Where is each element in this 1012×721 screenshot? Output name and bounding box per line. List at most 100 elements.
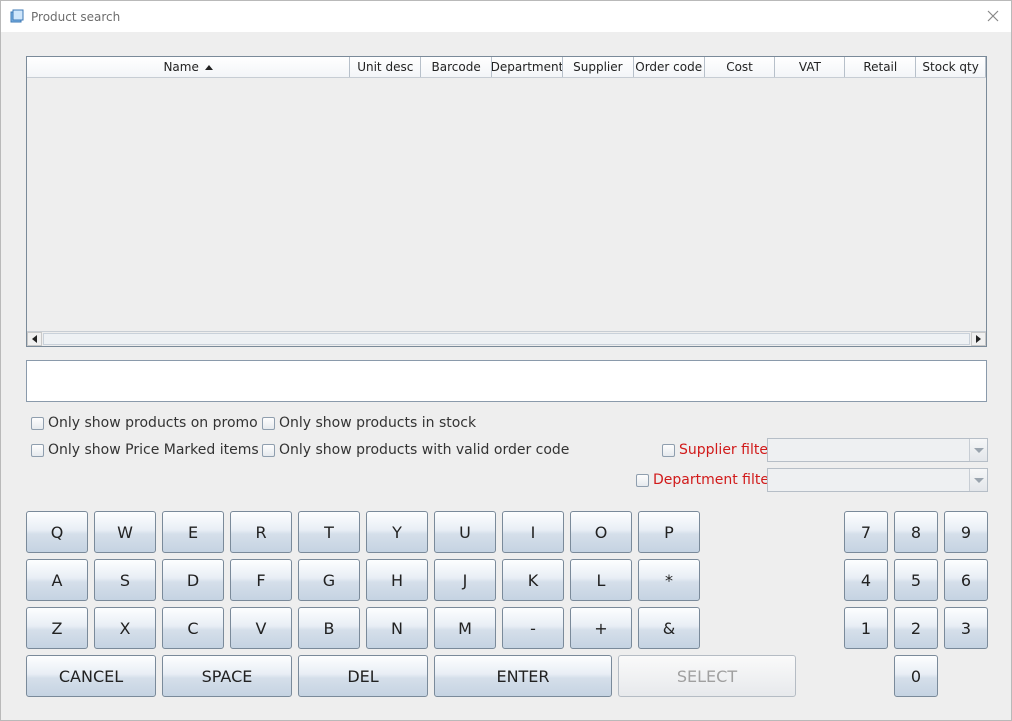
checkbox-box[interactable] — [262, 416, 275, 430]
column-label: Name — [163, 60, 199, 74]
key-label: P — [664, 522, 674, 542]
select-button[interactable]: SELECT — [618, 655, 796, 697]
checkbox-label: Supplier filter — [679, 442, 774, 458]
key-d[interactable]: D — [162, 559, 224, 601]
numpad-key-2[interactable]: 2 — [894, 607, 938, 649]
key-w[interactable]: W — [94, 511, 156, 553]
key-n[interactable]: N — [366, 607, 428, 649]
column-header-retail[interactable]: Retail — [845, 57, 917, 77]
key-label: M — [458, 618, 472, 638]
column-label: Cost — [726, 60, 753, 74]
key-label: * — [665, 570, 673, 590]
key-m[interactable]: M — [434, 607, 496, 649]
numpad-key-1[interactable]: 1 — [844, 607, 888, 649]
column-label: Department — [492, 60, 563, 74]
key-label: V — [255, 618, 267, 638]
column-label: Unit desc — [357, 60, 414, 74]
key-e[interactable]: E — [162, 511, 224, 553]
column-header-barcode[interactable]: Barcode — [421, 57, 493, 77]
arrow-right-icon — [976, 335, 981, 343]
key-label: U — [459, 522, 471, 542]
checkbox-box[interactable] — [662, 443, 675, 457]
key-p[interactable]: P — [638, 511, 700, 553]
department-filter-checkbox[interactable]: Department filter — [636, 472, 775, 488]
key-r[interactable]: R — [230, 511, 292, 553]
key-plus[interactable]: + — [570, 607, 632, 649]
in-stock-filter-checkbox[interactable]: Only show products in stock — [262, 415, 476, 431]
checkbox-box[interactable] — [31, 416, 44, 430]
numpad-key-8[interactable]: 8 — [894, 511, 938, 553]
promo-filter-checkbox[interactable]: Only show products on promo — [31, 415, 258, 431]
checkbox-label: Only show products in stock — [279, 415, 477, 431]
column-header-stock-qty[interactable]: Stock qty — [916, 57, 987, 77]
key-b[interactable]: B — [298, 607, 360, 649]
scroll-left-button[interactable] — [27, 332, 42, 346]
dropdown-arrow-button[interactable] — [969, 439, 987, 461]
key-l[interactable]: L — [570, 559, 632, 601]
department-filter-dropdown[interactable] — [767, 468, 988, 492]
key-k[interactable]: K — [502, 559, 564, 601]
checkbox-box[interactable] — [262, 443, 275, 457]
numpad-key-6[interactable]: 6 — [944, 559, 988, 601]
close-button[interactable] — [981, 4, 1005, 28]
supplier-filter-checkbox[interactable]: Supplier filter — [662, 442, 774, 458]
key-t[interactable]: T — [298, 511, 360, 553]
numpad-key-7[interactable]: 7 — [844, 511, 888, 553]
key-o[interactable]: O — [570, 511, 632, 553]
key-label: SELECT — [676, 666, 738, 686]
cancel-button[interactable]: CANCEL — [26, 655, 156, 697]
column-header-unit-desc[interactable]: Unit desc — [350, 57, 422, 77]
space-key[interactable]: SPACE — [162, 655, 292, 697]
chevron-down-icon — [973, 447, 984, 453]
key-label: DEL — [347, 666, 379, 686]
numpad-key-4[interactable]: 4 — [844, 559, 888, 601]
column-header-department[interactable]: Department — [492, 57, 563, 77]
column-header-name[interactable]: Name — [27, 57, 351, 77]
key-j[interactable]: J — [434, 559, 496, 601]
key-v[interactable]: V — [230, 607, 292, 649]
content-area: Name Unit desc Barcode Department Suppli… — [1, 32, 1011, 720]
key-s[interactable]: S — [94, 559, 156, 601]
checkbox-box[interactable] — [31, 443, 44, 457]
key-h[interactable]: H — [366, 559, 428, 601]
column-header-cost[interactable]: Cost — [704, 57, 776, 77]
key-g[interactable]: G — [298, 559, 360, 601]
scroll-track[interactable] — [43, 333, 970, 345]
valid-order-code-filter-checkbox[interactable]: Only show products with valid order code — [262, 442, 569, 458]
key-z[interactable]: Z — [26, 607, 88, 649]
key-asterisk[interactable]: * — [638, 559, 700, 601]
column-header-order-code[interactable]: Order code — [633, 57, 705, 77]
column-label: Barcode — [431, 60, 481, 74]
key-q[interactable]: Q — [26, 511, 88, 553]
delete-key[interactable]: DEL — [298, 655, 428, 697]
scroll-right-button[interactable] — [971, 332, 986, 346]
supplier-filter-dropdown[interactable] — [767, 438, 988, 462]
numpad-key-5[interactable]: 5 — [894, 559, 938, 601]
enter-key[interactable]: ENTER — [434, 655, 612, 697]
key-a[interactable]: A — [26, 559, 88, 601]
numpad-key-9[interactable]: 9 — [944, 511, 988, 553]
key-i[interactable]: I — [502, 511, 564, 553]
chevron-down-icon — [973, 477, 984, 483]
numpad-key-3[interactable]: 3 — [944, 607, 988, 649]
key-y[interactable]: Y — [366, 511, 428, 553]
numpad-key-0[interactable]: 0 — [894, 655, 938, 697]
key-ampersand[interactable]: & — [638, 607, 700, 649]
key-label: Z — [51, 618, 63, 638]
key-x[interactable]: X — [94, 607, 156, 649]
column-header-vat[interactable]: VAT — [775, 57, 846, 77]
key-f[interactable]: F — [230, 559, 292, 601]
horizontal-scrollbar[interactable] — [27, 331, 986, 346]
key-u[interactable]: U — [434, 511, 496, 553]
checkbox-label: Only show Price Marked items — [48, 442, 259, 458]
price-marked-filter-checkbox[interactable]: Only show Price Marked items — [31, 442, 259, 458]
column-header-supplier[interactable]: Supplier — [562, 57, 634, 77]
key-minus[interactable]: - — [502, 607, 564, 649]
results-table[interactable]: Name Unit desc Barcode Department Suppli… — [26, 56, 987, 347]
key-label: 4 — [860, 570, 872, 590]
dropdown-arrow-button[interactable] — [969, 469, 987, 491]
table-header: Name Unit desc Barcode Department Suppli… — [27, 57, 987, 78]
checkbox-box[interactable] — [636, 473, 649, 487]
search-input[interactable] — [26, 360, 987, 402]
key-c[interactable]: C — [162, 607, 224, 649]
